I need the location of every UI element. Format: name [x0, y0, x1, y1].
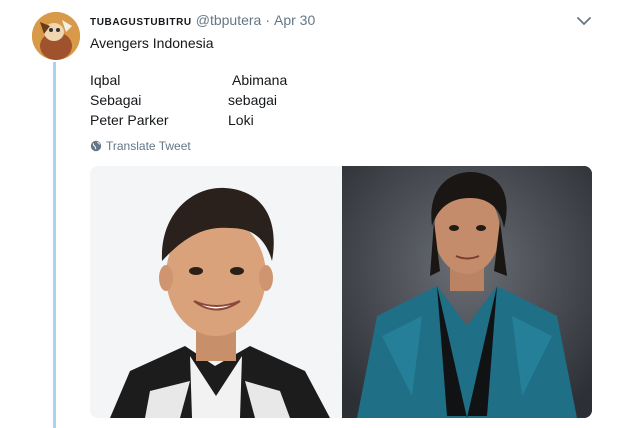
photo-iqbal[interactable] — [90, 166, 342, 418]
translate-label: Translate Tweet — [106, 139, 191, 153]
thread-line — [53, 62, 56, 428]
right-line: Abimana — [232, 72, 288, 88]
person-photo-left — [90, 166, 342, 418]
separator: · — [265, 12, 270, 28]
avatar[interactable] — [32, 12, 80, 60]
left-column: Iqbal Sebagai Peter Parker — [90, 70, 169, 130]
timestamp[interactable]: Apr 30 — [274, 12, 315, 28]
right-column: Abimana sebagai Loki — [228, 70, 287, 130]
translate-tweet-link[interactable]: Translate Tweet — [90, 139, 191, 153]
tweet-media[interactable] — [90, 166, 592, 418]
person-photo-right — [342, 166, 592, 418]
right-line: Loki — [228, 112, 254, 128]
photo-abimana[interactable] — [342, 166, 592, 418]
left-line: Iqbal — [90, 72, 121, 88]
user-handle[interactable]: @tbputera — [196, 12, 262, 28]
globe-icon — [90, 140, 102, 152]
left-line: Peter Parker — [90, 112, 169, 128]
chevron-down-icon[interactable] — [576, 14, 592, 26]
left-line: Sebagai — [90, 92, 142, 108]
display-name[interactable]: TUBAGUSTUBITRU — [90, 17, 192, 28]
tweet-text: Avengers Indonesia — [90, 35, 214, 51]
avatar-image — [32, 12, 80, 60]
tweet-header: TUBAGUSTUBITRU @tbputera · Apr 30 — [90, 12, 315, 28]
right-line: sebagai — [228, 92, 278, 108]
